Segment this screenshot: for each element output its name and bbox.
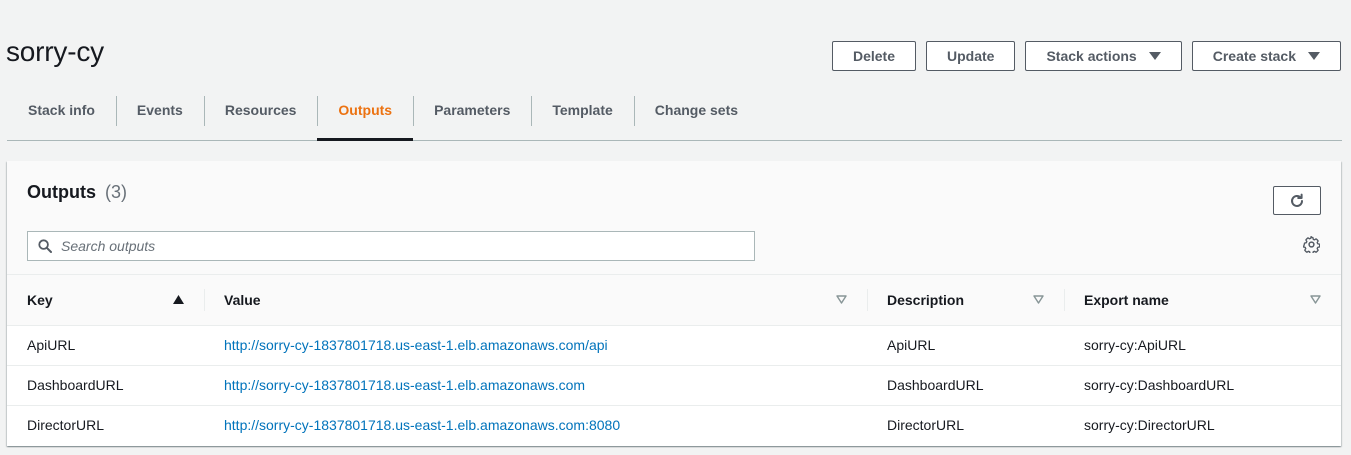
- tab-stack-info[interactable]: Stack info: [7, 92, 116, 140]
- outputs-count: (3): [105, 182, 128, 202]
- refresh-icon: [1291, 193, 1303, 207]
- table-row: DirectorURL http://sorry-cy-1837801718.u…: [7, 405, 1341, 445]
- cell-export-name: sorry-cy:DashboardURL: [1064, 365, 1341, 406]
- column-header-key[interactable]: Key: [7, 275, 204, 326]
- refresh-button[interactable]: [1273, 186, 1321, 215]
- tab-parameters[interactable]: Parameters: [413, 92, 531, 140]
- sort-icon: [1033, 295, 1044, 304]
- outputs-title: Outputs (3): [27, 182, 127, 203]
- stack-tabs: Stack info Events Resources Outputs Para…: [7, 92, 1342, 141]
- search-icon: [38, 239, 52, 253]
- cell-key: DirectorURL: [27, 417, 105, 434]
- outputs-panel: Outputs (3) Key: [7, 161, 1341, 446]
- create-stack-label: Create stack: [1212, 48, 1296, 64]
- column-header-value[interactable]: Value: [204, 275, 867, 326]
- outputs-panel-header: Outputs (3): [7, 161, 1341, 275]
- sort-icon: [1310, 295, 1321, 304]
- caret-down-icon: [1148, 52, 1161, 60]
- table-header-row: Key Value Description Export name: [7, 275, 1341, 326]
- table-row: ApiURL http://sorry-cy-1837801718.us-eas…: [7, 325, 1341, 366]
- cell-export-name: sorry-cy:ApiURL: [1064, 325, 1341, 366]
- gear-icon[interactable]: [1303, 236, 1320, 253]
- stack-actions-label: Stack actions: [1046, 48, 1137, 64]
- tab-outputs[interactable]: Outputs: [317, 92, 413, 141]
- value-link[interactable]: http://sorry-cy-1837801718.us-east-1.elb…: [224, 377, 585, 393]
- column-header-label: Description: [887, 291, 965, 308]
- cell-value: http://sorry-cy-1837801718.us-east-1.elb…: [204, 325, 867, 366]
- search-box: [27, 231, 755, 261]
- outputs-table: Key Value Description Export name ApiURL…: [7, 275, 1341, 445]
- column-header-label: Value: [224, 291, 261, 308]
- cell-key: ApiURL: [7, 325, 204, 366]
- update-button[interactable]: Update: [926, 41, 1016, 71]
- cell-export-name: sorry-cy:DirectorURL: [1084, 417, 1215, 434]
- column-header-label: Key: [27, 291, 53, 308]
- sort-ascending-icon: [173, 295, 184, 304]
- stack-actions-button[interactable]: Stack actions: [1025, 41, 1182, 71]
- stack-actions-bar: Delete Update Stack actions Create stack: [831, 41, 1341, 71]
- create-stack-button[interactable]: Create stack: [1191, 41, 1341, 71]
- column-header-label: Export name: [1084, 291, 1169, 308]
- cell-value: http://sorry-cy-1837801718.us-east-1.elb…: [204, 365, 867, 406]
- tab-events[interactable]: Events: [115, 92, 204, 140]
- tab-template[interactable]: Template: [531, 92, 633, 140]
- tab-resources[interactable]: Resources: [203, 92, 318, 140]
- cell-value: http://sorry-cy-1837801718.us-east-1.elb…: [204, 405, 867, 445]
- cell-description: DirectorURL: [887, 417, 965, 434]
- cell-key: DashboardURL: [7, 365, 204, 406]
- outputs-title-text: Outputs: [27, 182, 96, 202]
- value-link[interactable]: http://sorry-cy-1837801718.us-east-1.elb…: [224, 417, 620, 433]
- value-link[interactable]: http://sorry-cy-1837801718.us-east-1.elb…: [224, 337, 608, 353]
- delete-button[interactable]: Delete: [831, 41, 916, 71]
- table-row: DashboardURL http://sorry-cy-1837801718.…: [7, 365, 1341, 406]
- cell-description: ApiURL: [867, 325, 1064, 366]
- caret-down-icon: [1308, 52, 1320, 60]
- column-header-description[interactable]: Description: [867, 275, 1064, 326]
- page-title: sorry-cy: [6, 36, 104, 67]
- column-header-export-name[interactable]: Export name: [1064, 275, 1341, 326]
- tab-change-sets[interactable]: Change sets: [633, 92, 759, 140]
- cell-description: DashboardURL: [867, 365, 1064, 406]
- sort-icon: [836, 295, 847, 304]
- search-input[interactable]: [61, 238, 754, 254]
